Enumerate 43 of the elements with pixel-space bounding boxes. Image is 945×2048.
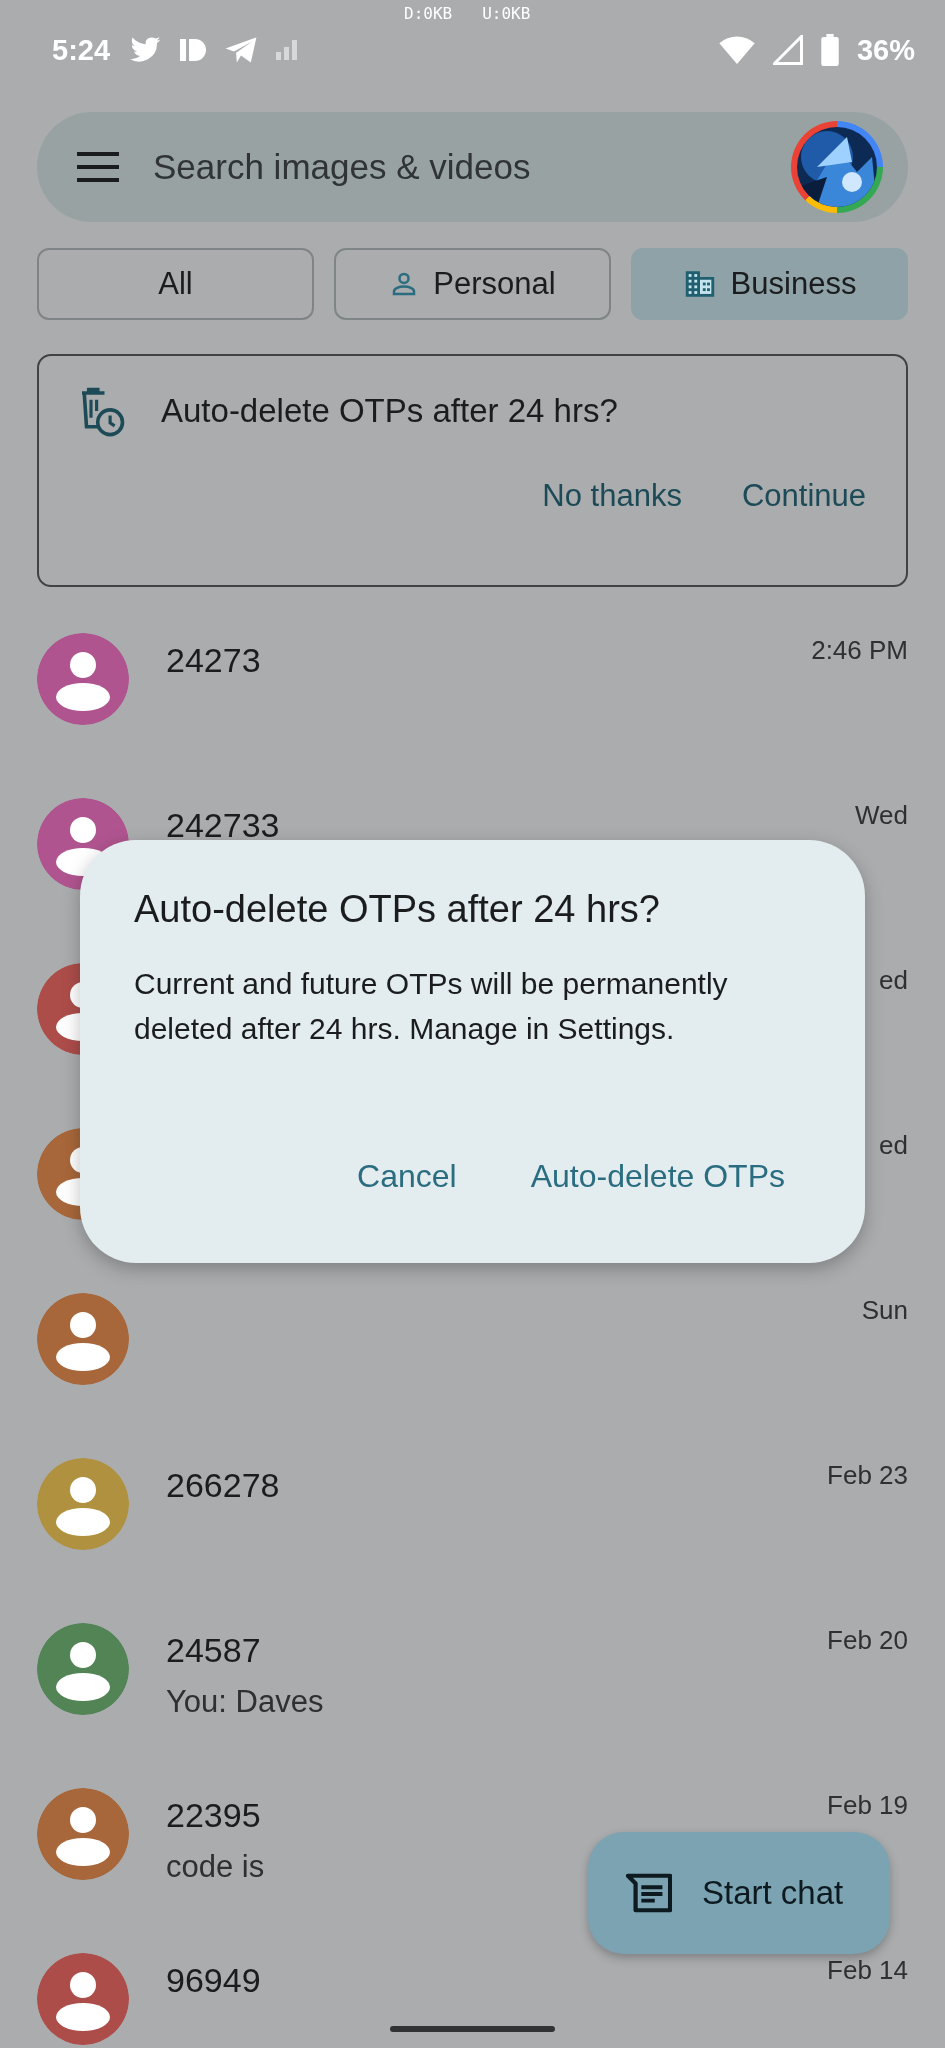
cell-signal-icon: [772, 35, 803, 65]
filter-tab[interactable]: Business: [631, 248, 908, 320]
message-time: Feb 20: [827, 1624, 908, 1655]
card-action-button[interactable]: No thanks: [542, 478, 682, 514]
contact-name: 24273: [166, 641, 261, 680]
card-action-button[interactable]: Continue: [741, 478, 866, 514]
contact-name: 24587: [166, 1631, 261, 1670]
signal-bars-icon: [276, 40, 299, 60]
bird-icon: [128, 36, 163, 64]
contact-name: 96949: [166, 1961, 261, 2000]
upload-speed: U:0KB: [482, 4, 531, 23]
menu-icon[interactable]: [77, 152, 119, 182]
contact-name: 22395: [166, 1796, 261, 1835]
message-time: Feb 19: [827, 1789, 908, 1820]
dialog-button[interactable]: Cancel: [357, 1158, 457, 1195]
message-time: Feb 14: [827, 1954, 908, 1985]
filter-tab[interactable]: Personal: [334, 248, 611, 320]
clock: 5:24: [52, 33, 111, 67]
filter-tab[interactable]: All: [37, 248, 314, 320]
wifi-icon: [718, 36, 755, 64]
contact-name: 266278: [166, 1466, 280, 1505]
message-time: ed: [879, 1129, 908, 1160]
message-time: Wed: [855, 799, 908, 830]
id-icon: [180, 39, 207, 61]
message-time: ed: [879, 964, 908, 995]
search-bar[interactable]: Search images & videos: [37, 112, 908, 222]
battery-icon: [820, 34, 839, 66]
message-icon: [626, 1873, 672, 1913]
paper-plane-icon: [224, 36, 259, 64]
dialog-title: Auto-delete OTPs after 24 hrs?: [134, 888, 661, 931]
message-preview: code is: [166, 1849, 265, 1885]
contact-name: 242733: [166, 806, 280, 845]
card-title: Auto-delete OTPs after 24 hrs?: [161, 392, 618, 430]
message-preview: You: Daves: [166, 1684, 324, 1720]
search-placeholder: Search images & videos: [153, 147, 532, 187]
message-time: 2:46 PM: [811, 634, 908, 665]
dialog-button[interactable]: Auto-delete OTPs: [530, 1158, 785, 1195]
message-time: Feb 23: [827, 1459, 908, 1490]
battery-percent: 36%: [856, 33, 915, 67]
dialog-message: Current and future OTPs will be permanently deleted after 24 hrs. Manage in Settings.: [134, 966, 729, 1047]
download-speed: D:0KB: [404, 4, 453, 23]
start-chat-button[interactable]: Start chat: [588, 1832, 890, 1954]
message-time: Sun: [861, 1294, 908, 1325]
